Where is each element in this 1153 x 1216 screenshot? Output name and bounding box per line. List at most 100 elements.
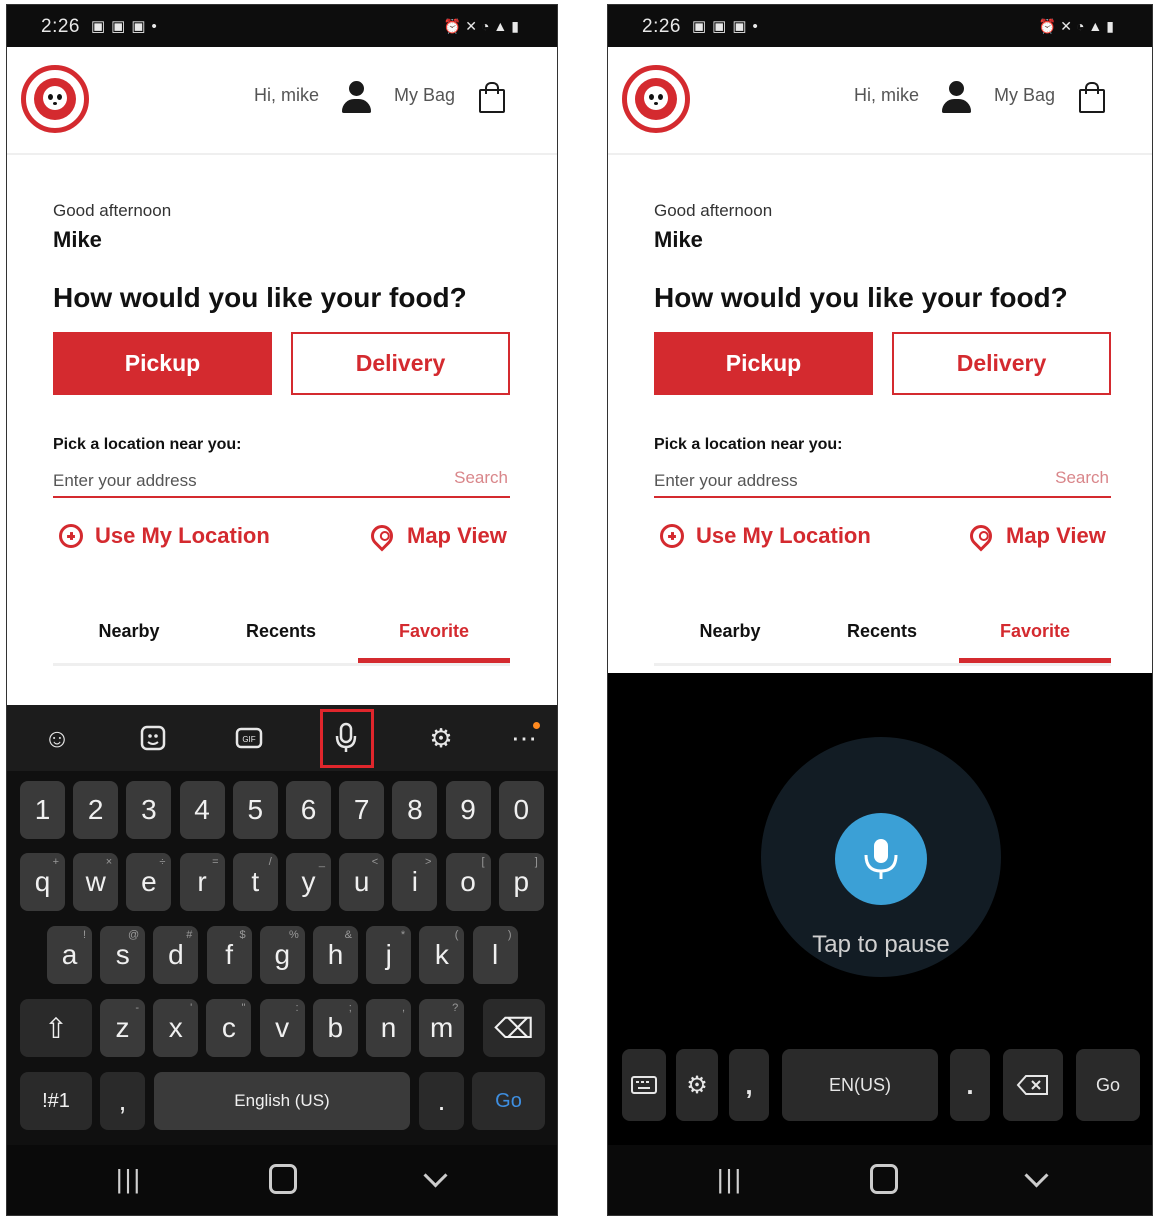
keyboard-switch-icon[interactable] (622, 1049, 666, 1121)
key-e[interactable]: e ÷ (126, 853, 172, 911)
tab-recents[interactable]: Recents (205, 621, 357, 642)
period-key[interactable]: . (419, 1072, 464, 1130)
key-i[interactable]: i > (392, 853, 438, 911)
shift-key[interactable]: ⇧ (20, 999, 92, 1057)
space-key[interactable]: English (US) (154, 1072, 410, 1130)
shopping-bag-icon[interactable] (1079, 81, 1105, 113)
comma-key[interactable]: , (729, 1049, 769, 1121)
recent-apps-icon[interactable]: ||| (700, 1159, 760, 1199)
voice-microphone-button[interactable] (835, 813, 927, 905)
address-input[interactable] (53, 468, 413, 494)
key-4[interactable]: 4 (179, 781, 225, 839)
tab-favorite[interactable]: Favorite (358, 621, 510, 642)
emoji-icon[interactable]: ☺ (37, 718, 77, 758)
key-x[interactable]: x ' (153, 999, 199, 1057)
pickup-button[interactable]: Pickup (53, 332, 272, 395)
my-bag-label[interactable]: My Bag (394, 85, 455, 106)
key-9-label: 9 (460, 794, 476, 825)
settings-gear-icon[interactable]: ⚙ (421, 718, 461, 758)
key-n[interactable]: n, (366, 999, 411, 1057)
home-icon[interactable] (854, 1159, 914, 1199)
key-o[interactable]: o[ (445, 853, 491, 911)
user-icon[interactable] (940, 81, 974, 117)
recent-apps-icon[interactable]: ||| (99, 1159, 159, 1199)
panda-express-logo[interactable] (622, 65, 690, 133)
delivery-button[interactable]: Delivery (291, 332, 510, 395)
user-greeting[interactable]: Hi, mike (854, 85, 919, 106)
key-r[interactable]: r = (179, 853, 225, 911)
symbols-key[interactable]: !#1 (20, 1072, 92, 1130)
map-view-button[interactable]: Map View (366, 520, 507, 552)
key-l[interactable]: l) (472, 926, 518, 984)
period-key[interactable]: . (950, 1049, 990, 1121)
key-8[interactable]: 8 (392, 781, 438, 839)
key-0[interactable]: 0 (498, 781, 544, 839)
use-my-location-button[interactable]: Use My Location (660, 523, 871, 549)
key-f[interactable]: f $ (206, 926, 252, 984)
key-c[interactable]: c " (206, 999, 252, 1057)
key-f-secondary: $ (239, 929, 246, 941)
settings-gear-icon[interactable]: ⚙ (676, 1049, 718, 1121)
key-w-secondary: × (105, 856, 113, 868)
key-g[interactable]: g% (259, 926, 305, 984)
key-a[interactable]: a! (47, 926, 92, 984)
key-5[interactable]: 5 (232, 781, 278, 839)
notification-icons: ▣▣▣• (91, 18, 163, 35)
sticker-icon[interactable] (133, 718, 173, 758)
key-m[interactable]: m? (419, 999, 465, 1057)
key-s[interactable]: s @ (100, 926, 146, 984)
key-w[interactable]: w × (73, 853, 119, 911)
key-b[interactable]: b; (312, 999, 358, 1057)
key-3[interactable]: 3 (126, 781, 172, 839)
map-view-button[interactable]: Map View (965, 520, 1106, 552)
key-y[interactable]: y _ (286, 853, 331, 911)
tab-nearby[interactable]: Nearby (654, 621, 806, 642)
user-icon[interactable] (340, 81, 374, 117)
voice-status-text[interactable]: Tap to pause (608, 931, 1152, 959)
key-n-label: n (380, 1012, 397, 1043)
key-k[interactable]: k( (419, 926, 465, 984)
more-options-icon[interactable]: ⋯ (504, 718, 544, 758)
key-q[interactable]: q + (20, 853, 65, 911)
key-9[interactable]: 9 (445, 781, 491, 839)
key-d[interactable]: d # (153, 926, 199, 984)
backspace-key[interactable]: ⌫ (483, 999, 545, 1057)
key-t[interactable]: t / (232, 853, 278, 911)
key-v[interactable]: v: (259, 999, 305, 1057)
language-key[interactable]: EN(US) (782, 1049, 938, 1121)
home-icon[interactable] (253, 1159, 313, 1199)
order-question: How would you like your food? (53, 282, 467, 313)
shopping-bag-icon[interactable] (479, 81, 505, 113)
key-z[interactable]: z- (100, 999, 145, 1057)
key-h[interactable]: h & (313, 926, 358, 984)
address-input[interactable] (654, 468, 1014, 494)
back-chevron-down-icon[interactable] (405, 1159, 465, 1199)
key-t-secondary: / (268, 856, 272, 868)
period-key-label: . (437, 1085, 446, 1116)
key-u[interactable]: u < (339, 853, 385, 911)
key-1[interactable]: 1 (20, 781, 65, 839)
use-my-location-button[interactable]: Use My Location (59, 523, 270, 549)
go-key[interactable]: Go (472, 1072, 545, 1130)
user-greeting[interactable]: Hi, mike (254, 85, 319, 106)
key-2[interactable]: 2 (73, 781, 119, 839)
key-6[interactable]: 6 (286, 781, 331, 839)
my-bag-label[interactable]: My Bag (994, 85, 1055, 106)
key-j[interactable]: j * (366, 926, 412, 984)
key-7[interactable]: 7 (339, 781, 385, 839)
comma-key[interactable]: , (100, 1072, 145, 1130)
search-link[interactable]: Search (454, 468, 508, 488)
key-m-secondary: ? (452, 1002, 459, 1014)
search-link[interactable]: Search (1055, 468, 1109, 488)
backspace-icon[interactable] (1003, 1049, 1063, 1121)
go-key[interactable]: Go (1076, 1049, 1140, 1121)
pickup-button[interactable]: Pickup (654, 332, 873, 395)
tab-nearby[interactable]: Nearby (53, 621, 205, 642)
panda-express-logo[interactable] (21, 65, 89, 133)
tab-recents[interactable]: Recents (806, 621, 958, 642)
tab-favorite[interactable]: Favorite (959, 621, 1111, 642)
back-chevron-down-icon[interactable] (1006, 1159, 1066, 1199)
delivery-button[interactable]: Delivery (892, 332, 1111, 395)
key-p[interactable]: p] (498, 853, 544, 911)
gif-icon[interactable]: GIF (229, 718, 269, 758)
